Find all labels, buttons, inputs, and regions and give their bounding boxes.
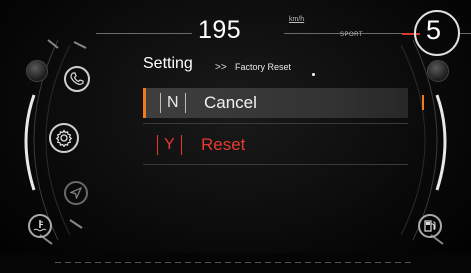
- speed-readout: 195: [198, 16, 242, 44]
- page-title: Setting: [143, 55, 193, 72]
- key-bracket-left: [160, 93, 161, 113]
- cancel-key-hint: N: [146, 93, 200, 113]
- settings-icon[interactable]: [49, 123, 79, 153]
- left-knob-top: [26, 60, 48, 82]
- bottom-bar: [0, 253, 471, 273]
- reset-label: Reset: [201, 135, 246, 154]
- dashboard-screen: 195 km/h SPORT 5 Setting >> Factory Rese…: [0, 0, 471, 273]
- breadcrumb-subtitle: Factory Reset: [235, 62, 292, 72]
- breadcrumb-separator: >>: [215, 62, 227, 73]
- phone-icon[interactable]: [64, 66, 90, 92]
- key-bracket-right: [184, 93, 186, 113]
- reset-key-hint: Y: [143, 135, 197, 155]
- key-bracket-right: [180, 135, 182, 155]
- reset-key: Y: [164, 136, 175, 153]
- cancel-label: Cancel: [204, 93, 257, 112]
- bottom-ruler: [55, 262, 415, 263]
- navigation-icon[interactable]: [64, 181, 88, 205]
- coolant-temperature-icon: [28, 214, 52, 238]
- cursor-dot: [312, 73, 315, 76]
- right-knob-top: [427, 60, 449, 82]
- key-bracket-left: [157, 135, 158, 155]
- right-gauge-arc: [400, 39, 447, 245]
- fuel-pump-icon: [418, 214, 442, 238]
- speed-unit: km/h: [289, 16, 305, 23]
- cancel-key: N: [167, 94, 179, 111]
